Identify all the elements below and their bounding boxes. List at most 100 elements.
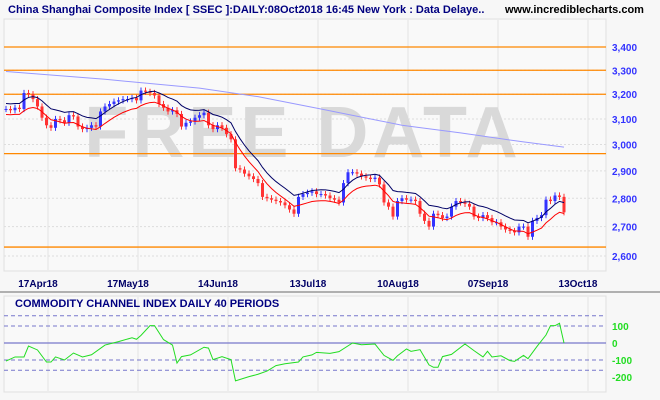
price-tick-label: 3,200	[612, 90, 637, 101]
candle-down	[261, 183, 264, 197]
price-tick-label: 2,800	[612, 194, 637, 205]
candle-down	[423, 213, 426, 221]
candle-up	[13, 107, 17, 111]
date-tick-label: 07Sep18	[468, 279, 509, 290]
candle-up	[301, 194, 305, 197]
candle-down	[468, 203, 471, 207]
candle-down	[405, 198, 408, 200]
price-tick-label: 3,400	[612, 43, 637, 54]
candle-up	[189, 121, 192, 123]
candle-up	[373, 177, 377, 180]
candle-down	[328, 195, 332, 199]
candle-down	[49, 125, 53, 128]
candle-down	[9, 108, 12, 111]
price-tick-label: 2,600	[612, 252, 637, 263]
candle-up	[432, 213, 435, 227]
candle-down	[153, 93, 156, 96]
candle-down	[45, 117, 48, 126]
candle-up	[121, 99, 125, 101]
candle-down	[436, 213, 440, 216]
candle-down	[324, 194, 327, 196]
candle-down	[283, 202, 287, 206]
candle-down	[243, 169, 246, 174]
candle-down	[562, 196, 566, 213]
candle-down	[441, 215, 444, 218]
cci-tick-label: 100	[612, 322, 629, 333]
price-tick-label: 2,900	[612, 167, 637, 178]
candle-down	[256, 179, 260, 184]
candle-down	[238, 168, 242, 170]
candle-down	[288, 205, 291, 210]
chart-title: China Shanghai Composite Index [ SSEC ]:…	[8, 4, 484, 16]
date-tick-label: 10Aug18	[377, 279, 419, 290]
candle-down	[144, 90, 147, 92]
candle-down	[378, 177, 381, 185]
candle-down	[36, 99, 39, 107]
candle-up	[445, 216, 449, 218]
candle-up	[90, 125, 93, 128]
candle-down	[526, 226, 530, 237]
candle-up	[450, 206, 453, 217]
date-tick-label: 17Apr18	[18, 279, 58, 290]
candle-down	[274, 199, 278, 202]
candle-up	[310, 191, 314, 193]
candle-down	[427, 220, 431, 227]
candle-up	[319, 194, 323, 196]
candle-down	[18, 107, 21, 109]
candle-down	[58, 118, 62, 121]
price-tick-label: 2,700	[612, 223, 637, 234]
candle-down	[463, 202, 467, 204]
date-tick-label: 13Jul18	[290, 279, 327, 290]
candle-up	[67, 115, 71, 123]
date-tick-label: 17May18	[107, 279, 149, 290]
date-tick-label: 13Oct18	[559, 279, 598, 290]
candle-down	[72, 115, 75, 117]
candle-up	[531, 220, 534, 237]
cci-pane	[3, 295, 607, 393]
candle-up	[409, 199, 413, 201]
candle-down	[558, 195, 561, 197]
candle-down	[157, 95, 161, 105]
candle-down	[391, 206, 395, 217]
date-tick-label: 14Jun18	[198, 279, 238, 290]
candle-down	[252, 176, 255, 180]
candle-down	[27, 93, 30, 95]
candle-down	[265, 196, 269, 199]
candle-up	[396, 201, 399, 217]
cci-tick-label: -100	[612, 356, 632, 367]
candle-down	[549, 199, 552, 202]
candle-down	[369, 177, 372, 180]
candle-down	[355, 172, 359, 174]
candle-up	[522, 226, 525, 228]
candle-up	[117, 100, 120, 102]
candle-down	[63, 120, 66, 123]
candle-up	[202, 112, 206, 116]
candle-down	[247, 173, 251, 177]
site-link[interactable]: www.incrediblecharts.com	[504, 4, 644, 16]
candle-up	[198, 115, 201, 118]
candle-down	[414, 199, 417, 202]
cci-tick-label: -200	[612, 373, 632, 384]
candle-down	[94, 125, 98, 127]
candle-down	[337, 199, 341, 203]
price-tick-label: 3,100	[612, 115, 637, 126]
candle-up	[4, 108, 8, 110]
candle-up	[346, 172, 350, 184]
candle-up	[553, 195, 557, 202]
candle-down	[387, 202, 390, 207]
candle-up	[99, 111, 102, 127]
candle-down	[135, 97, 138, 101]
candle-down	[333, 198, 336, 200]
cci-title: COMMODITY CHANNEL INDEX DAILY 40 PERIODS	[15, 298, 279, 310]
candle-down	[315, 191, 318, 195]
candle-down	[270, 198, 273, 200]
candle-down	[382, 184, 386, 203]
price-tick-label: 3,000	[612, 141, 637, 152]
candle-down	[292, 209, 296, 214]
candle-up	[184, 122, 188, 127]
chart-canvas: China Shanghai Composite Index [ SSEC ]:…	[0, 0, 660, 400]
candle-up	[351, 172, 354, 174]
candle-down	[279, 201, 282, 203]
candle-up	[108, 104, 111, 107]
candle-up	[400, 198, 404, 202]
